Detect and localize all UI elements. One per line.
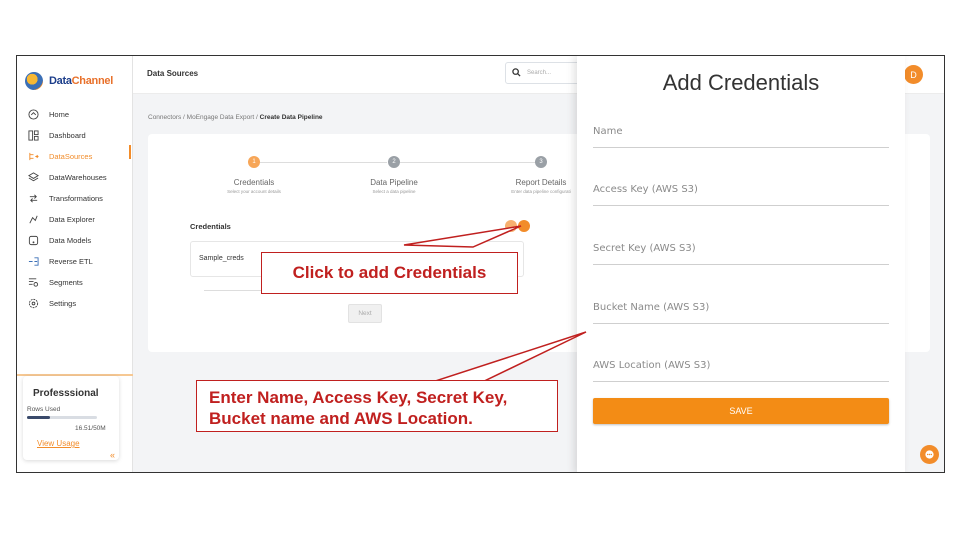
dashboard-icon xyxy=(27,130,39,142)
search-icon xyxy=(512,67,521,79)
sidebar-item-label: Data Explorer xyxy=(49,215,95,224)
step-sub: Select your account details xyxy=(227,189,281,194)
models-icon xyxy=(27,235,39,247)
sidebar-item-datawarehouses[interactable]: DataWarehouses xyxy=(27,167,127,188)
save-button[interactable]: SAVE xyxy=(593,398,889,424)
sidebar-item-data-models[interactable]: Data Models xyxy=(27,230,127,251)
field-placeholder: Secret Key (AWS S3) xyxy=(593,243,696,254)
callout-line: Enter Name, Access Key, Secret Key, xyxy=(209,388,508,407)
view-usage-link[interactable]: View Usage xyxy=(37,439,80,448)
rows-used-label: Rows Used xyxy=(27,406,61,413)
credential-actions xyxy=(505,220,530,232)
sidebar-item-transformations[interactable]: Transformations xyxy=(27,188,127,209)
sidebar-item-segments[interactable]: Segments xyxy=(27,272,127,293)
page-title: Data Sources xyxy=(147,69,199,78)
explorer-icon xyxy=(27,214,39,226)
enter-fields-callout: Enter Name, Access Key, Secret Key, Buck… xyxy=(196,380,558,432)
step-label: Data Pipeline xyxy=(370,178,418,187)
edit-credential-icon[interactable] xyxy=(505,220,517,232)
credentials-heading: Credentials xyxy=(190,222,231,231)
sidebar-item-label: Reverse ETL xyxy=(49,257,93,266)
sidebar-item-settings[interactable]: Settings xyxy=(27,293,127,314)
sidebar-nav: Home Dashboard DataSources DataWarehouse… xyxy=(27,104,127,314)
active-indicator xyxy=(129,145,131,159)
field-placeholder: Access Key (AWS S3) xyxy=(593,184,698,195)
home-icon xyxy=(27,109,39,121)
next-button[interactable]: Next xyxy=(348,304,382,323)
sidebar-item-label: Data Models xyxy=(49,236,92,245)
plan-card: Professsional Rows Used 16.51/50M View U… xyxy=(23,376,119,460)
field-placeholder: AWS Location (AWS S3) xyxy=(593,360,711,371)
step-number: 2 xyxy=(388,156,400,168)
segments-icon xyxy=(27,277,39,289)
transform-icon xyxy=(27,193,39,205)
usage-bar-fill xyxy=(27,416,51,419)
bucket-name-field[interactable]: Bucket Name (AWS S3) xyxy=(593,302,889,324)
add-credentials-callout: Click to add Credentials xyxy=(261,252,518,294)
sidebar-item-datasources[interactable]: DataSources xyxy=(27,146,127,167)
field-placeholder: Bucket Name (AWS S3) xyxy=(593,302,710,313)
step-number: 3 xyxy=(535,156,547,168)
name-field[interactable]: Name xyxy=(593,126,889,148)
datasources-icon xyxy=(27,151,39,163)
warehouse-icon xyxy=(27,172,39,184)
brand[interactable]: DataChannel xyxy=(25,72,113,90)
search-input[interactable]: Search... xyxy=(505,62,585,84)
search-placeholder: Search... xyxy=(527,70,552,76)
add-credentials-panel: Add Credentials Name Access Key (AWS S3)… xyxy=(577,56,905,472)
breadcrumb: Connectors / MoEngage Data Export / Crea… xyxy=(148,114,323,121)
secret-key-field[interactable]: Secret Key (AWS S3) xyxy=(593,243,889,265)
reverse-etl-icon xyxy=(27,256,39,268)
callout-line: Bucket name and AWS Location. xyxy=(209,409,473,428)
brand-name: DataChannel xyxy=(49,75,113,87)
sidebar-item-home[interactable]: Home xyxy=(27,104,127,125)
sidebar-item-reverse-etl[interactable]: Reverse ETL xyxy=(27,251,127,272)
sidebar-item-dashboard[interactable]: Dashboard xyxy=(27,125,127,146)
sidebar-item-label: Home xyxy=(49,110,70,119)
access-key-field[interactable]: Access Key (AWS S3) xyxy=(593,184,889,206)
aws-location-field[interactable]: AWS Location (AWS S3) xyxy=(593,360,889,382)
usage-count: 16.51/50M xyxy=(75,425,106,432)
avatar[interactable]: D xyxy=(904,65,923,84)
add-credential-icon[interactable] xyxy=(518,220,530,232)
field-placeholder: Name xyxy=(593,126,623,137)
settings-icon xyxy=(27,298,39,310)
step-credentials[interactable]: 1 Credentials Select your account detail… xyxy=(199,156,309,194)
step-data-pipeline[interactable]: 2 Data Pipeline Select a data pipeline xyxy=(339,156,449,194)
sidebar: DataChannel Home Dashboard DataSources D… xyxy=(17,56,133,472)
panel-title: Add Credentials xyxy=(662,70,820,95)
sidebar-item-label: Transformations xyxy=(49,194,103,203)
sidebar-item-label: Settings xyxy=(49,299,77,308)
breadcrumb-connectors[interactable]: Connectors xyxy=(148,114,181,121)
step-label: Credentials xyxy=(233,178,275,187)
breadcrumb-moengage[interactable]: MoEngage Data Export xyxy=(187,114,255,121)
usage-bar xyxy=(27,416,97,419)
chat-icon[interactable] xyxy=(920,445,939,464)
breadcrumb-current: Create Data Pipeline xyxy=(259,114,323,121)
brand-logo-icon xyxy=(25,72,43,90)
credential-name: Sample_creds xyxy=(199,255,244,262)
sidebar-item-label: DataSources xyxy=(49,152,93,161)
sidebar-item-label: DataWarehouses xyxy=(49,173,107,182)
step-number: 1 xyxy=(248,156,260,168)
sidebar-item-label: Dashboard xyxy=(49,131,86,140)
sidebar-item-label: Segments xyxy=(49,278,83,287)
collapse-sidebar-icon[interactable]: « xyxy=(110,450,115,460)
step-sub: Select a data pipeline xyxy=(372,189,416,194)
sidebar-item-data-explorer[interactable]: Data Explorer xyxy=(27,209,127,230)
plan-title: Professsional xyxy=(33,388,99,399)
